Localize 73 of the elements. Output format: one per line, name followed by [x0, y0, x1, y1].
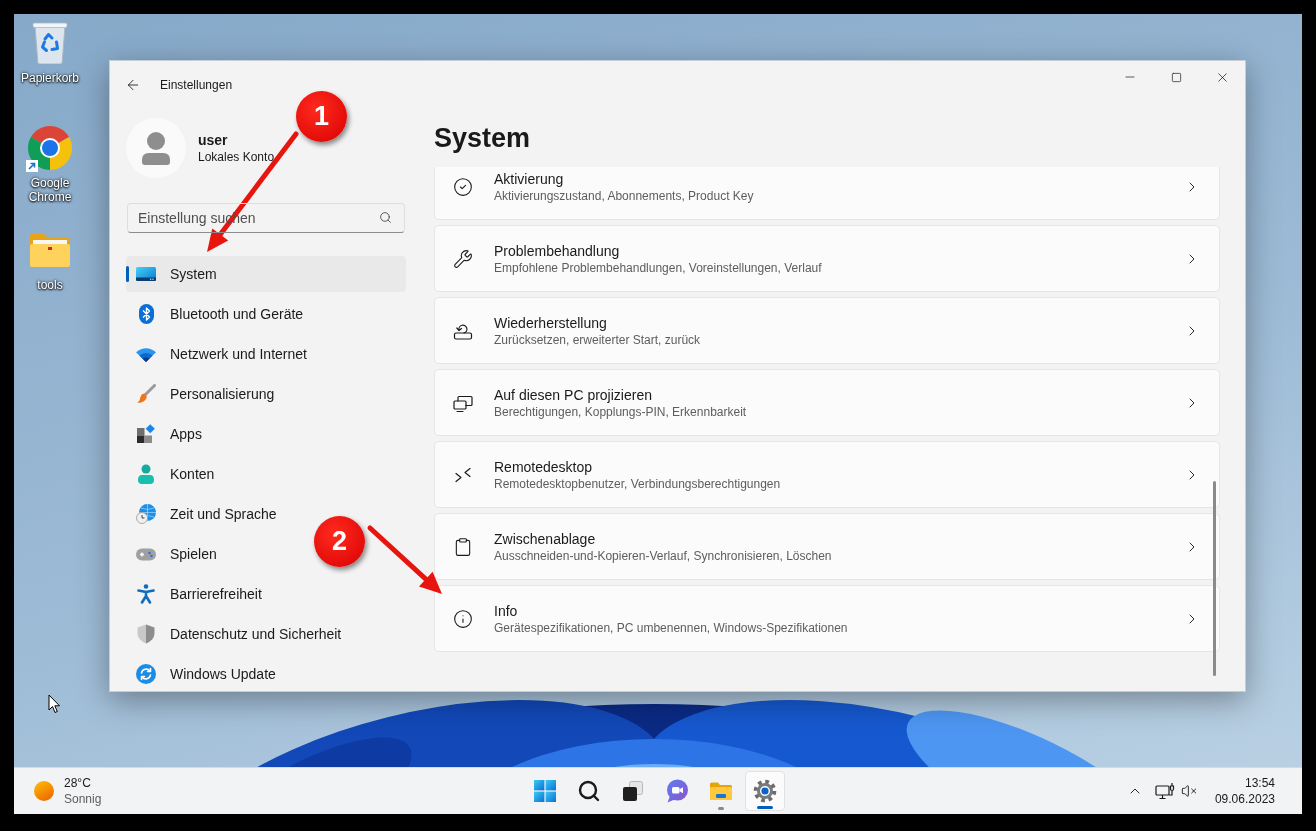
setting-description: Zurücksetzen, erweiterter Start, zurück	[494, 331, 702, 348]
maximize-icon	[1170, 71, 1182, 83]
nav-item[interactable]: Barrierefreiheit	[126, 576, 406, 612]
page-title: System	[434, 122, 531, 155]
mouse-pointer-icon	[48, 694, 61, 714]
apps-grid-icon	[136, 424, 156, 444]
clock-date[interactable]: 09.06.2023	[1214, 791, 1275, 807]
settings-card[interactable]: Zwischenablage Ausschneiden-und-Kopieren-Verlauf, Synchronisieren, Löschen	[434, 513, 1220, 580]
setting-title: Remotedesktop	[494, 457, 594, 476]
recycle-bin-icon	[32, 22, 68, 64]
setting-title: Zwischenablage	[494, 529, 597, 548]
nav-item[interactable]: Apps	[126, 416, 406, 452]
avatar-icon	[126, 118, 186, 178]
selection-indicator	[126, 266, 129, 282]
nav-item[interactable]: Windows Update	[126, 656, 406, 691]
account-type: Lokales Konto	[198, 149, 275, 165]
window-title: Einstellungen	[160, 77, 233, 94]
user-name: user	[198, 131, 229, 149]
globe-clock-icon	[136, 504, 156, 524]
setting-title: Aktivierung	[494, 169, 565, 188]
temperature-text: 28°C	[64, 775, 92, 791]
settings-button[interactable]	[744, 771, 785, 811]
speaker-muted-icon[interactable]	[1180, 783, 1197, 799]
bluetooth-icon	[138, 304, 154, 324]
chrome-icon	[26, 124, 74, 172]
nav-item[interactable]: Personalisierung	[126, 376, 406, 412]
nav-item[interactable]: System	[126, 256, 406, 292]
setting-title: Info	[494, 601, 519, 620]
setting-description: Ausschneiden-und-Kopieren-Verlauf, Synchronisieren, Löschen	[494, 547, 833, 564]
overlapping-squares-icon	[620, 779, 645, 803]
shortcut-arrow-icon	[26, 160, 38, 172]
nav-item[interactable]: Konten	[126, 456, 406, 492]
setting-description: Berechtigungen, Kopplungs-PIN, Erkennbarkeit	[494, 403, 748, 420]
gamepad-icon	[136, 547, 156, 561]
gear-icon	[752, 779, 777, 803]
clipboard-icon	[453, 536, 473, 557]
weather-condition-text: Sonnig	[64, 791, 102, 807]
accessibility-icon	[137, 584, 155, 604]
person-icon	[137, 464, 155, 484]
nav-item[interactable]: Netzwerk und Internet	[126, 336, 406, 372]
clock-time[interactable]: 13:54	[1244, 775, 1275, 791]
nav-item[interactable]: Bluetooth und Geräte	[126, 296, 406, 332]
folder-icon	[708, 781, 733, 801]
wrench-icon	[453, 248, 473, 269]
settings-card[interactable]: Remotedesktop Remotedesktopbenutzer, Verbindungsberechtigungen	[434, 441, 1220, 508]
settings-card[interactable]: Problembehandlung Empfohlene Problembehandlungen, Voreinstellungen, Verlauf	[434, 225, 1220, 292]
folder-icon	[29, 232, 71, 268]
setting-description: Empfohlene Problembehandlungen, Voreinstellungen, Verlauf	[494, 259, 823, 276]
paintbrush-icon	[136, 384, 156, 404]
search-icon	[379, 211, 392, 224]
sun-icon	[34, 781, 54, 801]
check-circle-icon	[453, 176, 473, 197]
shield-icon	[137, 624, 155, 644]
four-squares-icon	[533, 780, 556, 802]
monitor-icon	[136, 267, 156, 281]
settings-card[interactable]: Auf diesen PC projizieren Berechtigungen, Kopplungs-PIN, Erkennbarkeit	[434, 369, 1220, 436]
refresh-icon	[136, 664, 156, 684]
wifi-icon	[136, 346, 156, 362]
scrollbar-thumb[interactable]	[1213, 481, 1216, 676]
setting-title: Problembehandlung	[494, 241, 621, 260]
setting-description: Gerätespezifikationen, PC umbenennen, Windows-Spezifikationen	[494, 619, 849, 636]
nav-item[interactable]: Datenschutz und Sicherheit	[126, 616, 406, 652]
video-chat-icon	[664, 779, 689, 803]
setting-title: Wiederherstellung	[494, 313, 608, 332]
monitor-cable-icon[interactable]	[1154, 782, 1175, 800]
search-icon	[576, 779, 601, 803]
setting-title: Auf diesen PC projizieren	[494, 385, 653, 404]
setting-description: Aktivierungszustand, Abonnements, Product Key	[494, 187, 755, 204]
info-icon	[453, 608, 473, 629]
settings-card[interactable]: Aktivierung Aktivierungszustand, Abonnements, Product Key	[434, 167, 1220, 220]
settings-card[interactable]: Wiederherstellung Zurücksetzen, erweiterter Start, zurück	[434, 297, 1220, 364]
settings-card[interactable]: Info Gerätespezifikationen, PC umbenennen, Windows-Spezifikationen	[434, 585, 1220, 652]
setting-description: Remotedesktopbenutzer, Verbindungsberechtigungen	[494, 475, 782, 492]
